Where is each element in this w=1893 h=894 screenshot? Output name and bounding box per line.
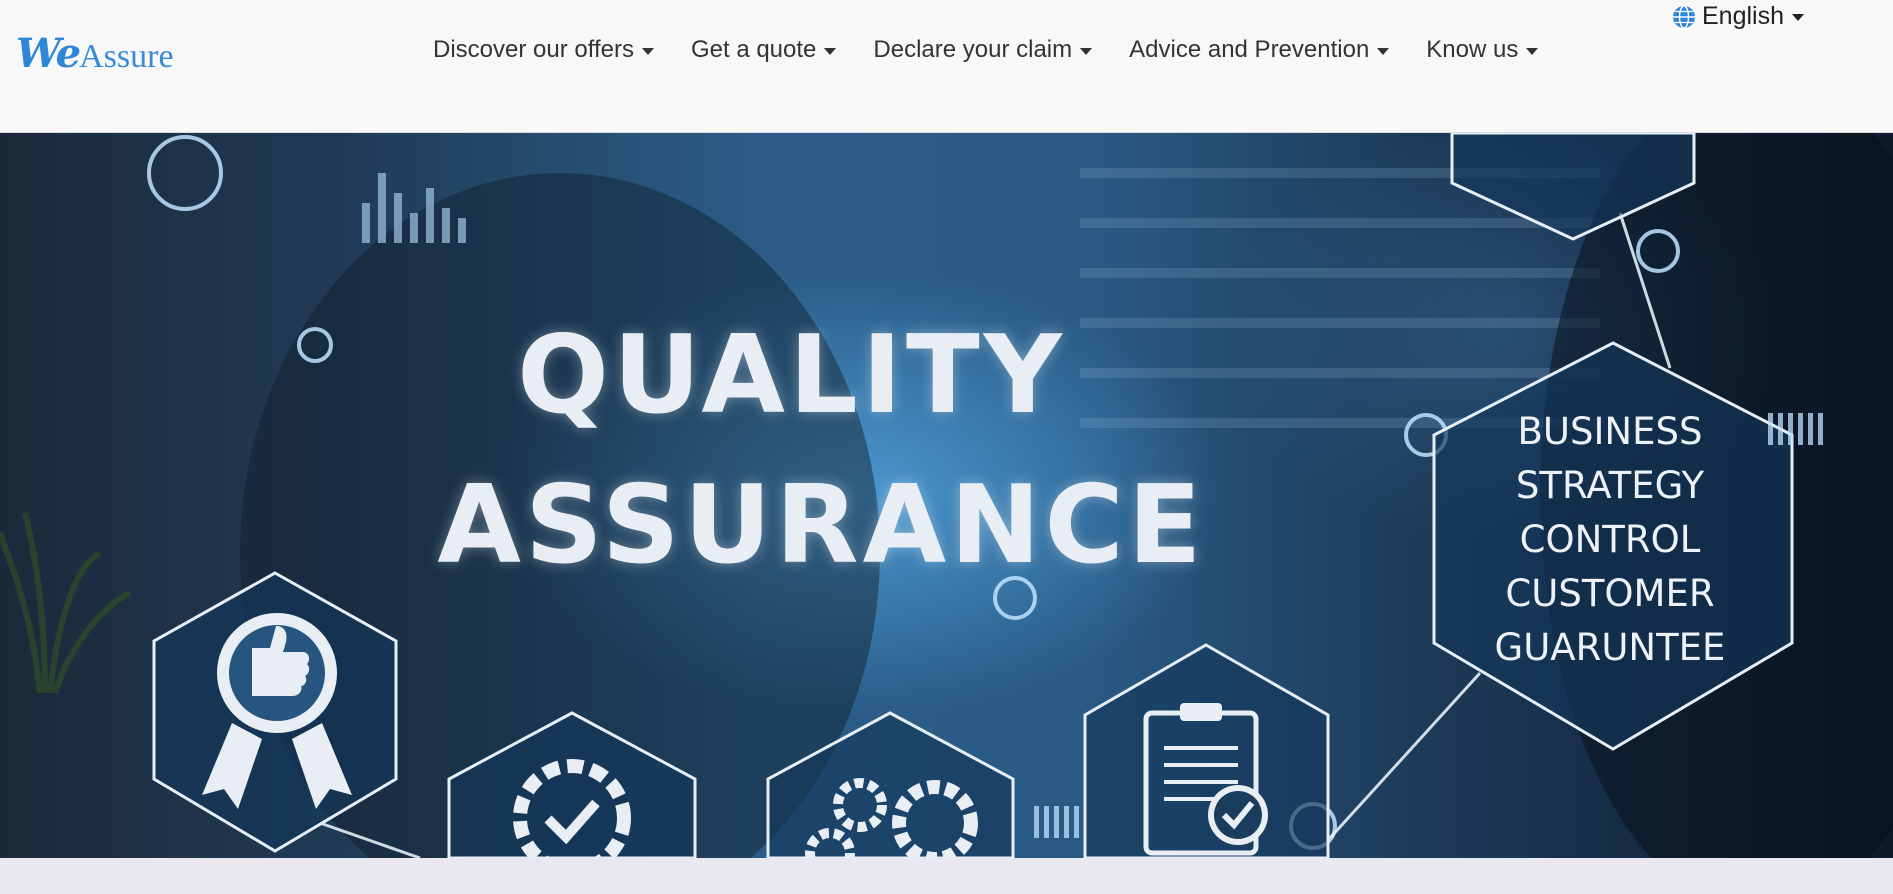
side-list-item: CUSTOMER <box>1505 572 1715 615</box>
logo-we-text: We <box>16 30 81 77</box>
site-header: We Assure Discover our offers Get a quot… <box>0 0 1893 133</box>
main-nav: Discover our offers Get a quote Declare … <box>433 36 1575 64</box>
caret-down-icon <box>641 47 654 55</box>
language-label: English <box>1702 2 1784 30</box>
globe-icon <box>1673 4 1695 29</box>
caret-down-icon <box>1080 47 1093 55</box>
logo-assure-text: Assure <box>79 38 174 75</box>
side-list-item: GUARUNTEE <box>1494 626 1726 669</box>
nav-label: Discover our offers <box>433 36 634 63</box>
side-list-item: BUSINESS <box>1517 410 1703 453</box>
page: We Assure Discover our offers Get a quot… <box>0 0 1893 894</box>
nav-get-quote[interactable]: Get a quote <box>690 36 837 64</box>
nav-know-us[interactable]: Know us <box>1426 36 1539 64</box>
nav-label: Get a quote <box>690 36 817 63</box>
nav-label: Declare your claim <box>873 36 1073 63</box>
weassure-logo[interactable]: We Assure <box>16 30 174 90</box>
hero-banner: QUALITY ASSURANCE BUSINESS STRATEGY CONT… <box>0 133 1893 858</box>
nav-label: Advice and Prevention <box>1129 36 1370 63</box>
page-footer-strip <box>0 858 1893 894</box>
caret-down-icon <box>1377 47 1390 55</box>
nav-advice-prevention[interactable]: Advice and Prevention <box>1129 36 1390 64</box>
nav-label: Know us <box>1426 36 1519 63</box>
hero-side-list: BUSINESS STRATEGY CONTROL CUSTOMER GUARU… <box>1480 405 1740 675</box>
caret-down-icon <box>1792 14 1804 21</box>
nav-discover-offers[interactable]: Discover our offers <box>433 36 654 64</box>
language-selector[interactable]: English <box>1672 2 1804 31</box>
side-list-item: STRATEGY <box>1515 464 1705 507</box>
nav-declare-claim[interactable]: Declare your claim <box>873 36 1093 64</box>
hero-title-quality: QUALITY <box>517 313 1066 438</box>
side-list-item: CONTROL <box>1519 518 1701 561</box>
caret-down-icon <box>1526 47 1539 55</box>
caret-down-icon <box>824 47 837 55</box>
